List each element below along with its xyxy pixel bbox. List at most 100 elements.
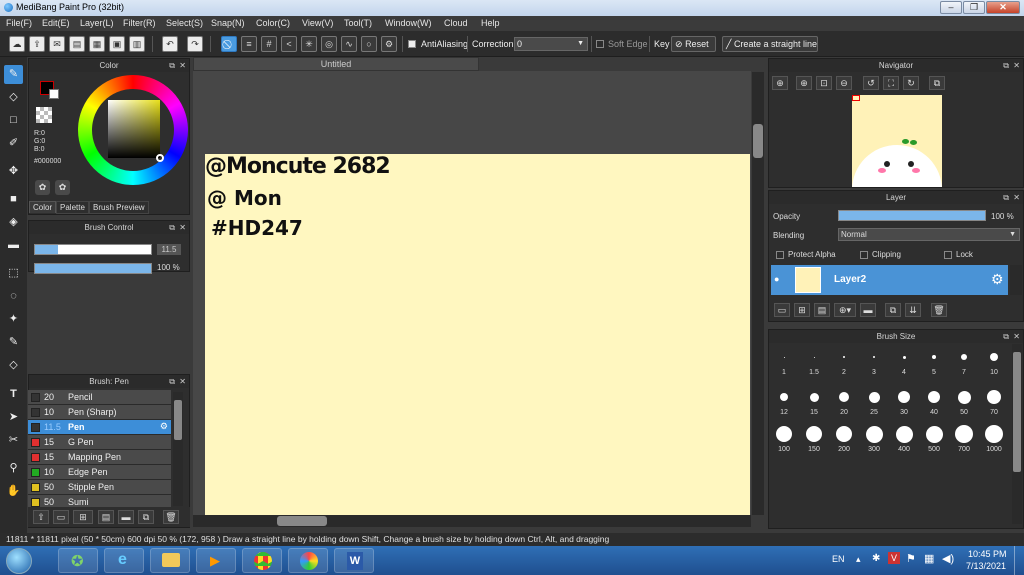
brush-item[interactable]: 15 Mapping Pen	[28, 450, 171, 465]
bluetooth-icon[interactable]: ✱	[872, 553, 880, 564]
brush-size-preset[interactable]: 150	[800, 421, 828, 457]
menu-select[interactable]: Select(S)	[166, 18, 203, 28]
blending-select[interactable]: Normal ▼	[838, 228, 1020, 241]
drawing-canvas[interactable]: @Moncute 2682 @ Mon #HD247	[205, 154, 750, 515]
select-pen-icon[interactable]: ✎	[4, 333, 23, 352]
horizontal-scrollbar[interactable]	[193, 515, 751, 527]
brush-opacity-slider[interactable]	[34, 263, 152, 274]
zoom-in-icon[interactable]: ⊕	[772, 76, 788, 90]
close-panel-icon[interactable]: ✕	[1013, 59, 1020, 72]
menu-edit[interactable]: Edit(E)	[42, 18, 70, 28]
blur-tool-icon[interactable]: ✐	[4, 134, 23, 153]
close-panel-icon[interactable]: ✕	[1013, 330, 1020, 343]
menu-help[interactable]: Help	[481, 18, 500, 28]
menu-tool[interactable]: Tool(T)	[344, 18, 372, 28]
ie-icon[interactable]: e	[104, 548, 144, 573]
snap-radial-icon[interactable]: ✳	[301, 36, 317, 52]
chat-icon[interactable]: ✉	[49, 36, 65, 52]
tray-arrow-icon[interactable]: ▴	[856, 554, 861, 565]
layer-new-icon[interactable]: ▭	[774, 303, 790, 317]
brush-size-preset[interactable]: 12	[770, 384, 798, 420]
antialiasing-checkbox[interactable]	[408, 40, 416, 48]
close-panel-icon[interactable]: ✕	[179, 59, 186, 72]
snap-perspective-icon[interactable]: <	[281, 36, 297, 52]
layer-merge-icon[interactable]: ⇊	[905, 303, 921, 317]
navigator-preview[interactable]	[852, 95, 942, 187]
brush-upload-icon[interactable]: ⇧	[33, 510, 49, 524]
share-icon[interactable]: ⇪	[29, 36, 45, 52]
snap-parallel-icon[interactable]: ≡	[241, 36, 257, 52]
tab-palette[interactable]: Palette	[56, 201, 89, 214]
select-eraser-icon[interactable]: ◇	[4, 356, 23, 375]
saturation-value-square[interactable]	[108, 100, 160, 158]
layer-folder-icon[interactable]: ▬	[860, 303, 876, 317]
brush-size-preset[interactable]: 500	[920, 421, 948, 457]
brush-size-preset[interactable]: 20	[830, 384, 858, 420]
magic-wand-icon[interactable]: ✦	[4, 310, 23, 329]
menu-file[interactable]: File(F)	[6, 18, 32, 28]
brush-item[interactable]: 50 Stipple Pen	[28, 480, 171, 495]
close-panel-icon[interactable]: ✕	[1013, 191, 1020, 204]
undock-icon[interactable]: ⧉	[1003, 191, 1009, 204]
transparent-color-icon[interactable]	[36, 107, 52, 123]
start-button[interactable]	[6, 548, 32, 574]
palette-add-icon[interactable]: ✿	[35, 180, 50, 195]
layer-add-menu-icon[interactable]: ⊕▾	[834, 303, 856, 317]
vertical-scrollbar[interactable]	[752, 72, 764, 515]
brush-item[interactable]: 10 Pen (Sharp)	[28, 405, 171, 420]
straight-line-button[interactable]: ╱ Create a straight line	[722, 36, 818, 52]
dot-tool-icon[interactable]: □	[4, 111, 23, 130]
chrome-icon[interactable]	[242, 548, 282, 573]
snap-curve-icon[interactable]: ∿	[341, 36, 357, 52]
flag-icon[interactable]: ⚑	[906, 552, 916, 565]
brush-size-preset[interactable]: 2	[830, 344, 858, 380]
folder-icon[interactable]	[150, 548, 190, 573]
soft-edge-checkbox[interactable]	[596, 40, 604, 48]
layer-halftone-icon[interactable]: ▤	[814, 303, 830, 317]
brush-size-preset[interactable]: 30	[890, 384, 918, 420]
brush-size-preset[interactable]: 1000	[980, 421, 1008, 457]
hue-wheel[interactable]	[78, 75, 188, 185]
brush-size-preset[interactable]: 1.5	[800, 344, 828, 380]
brush-copy-icon[interactable]: ▤	[98, 510, 114, 524]
close-panel-icon[interactable]: ✕	[179, 221, 186, 234]
layer-delete-icon[interactable]: 🗑	[931, 303, 947, 317]
brush-size-preset[interactable]: 1	[770, 344, 798, 380]
gradient-tool-icon[interactable]: ▬	[4, 236, 23, 255]
brush-size-preset[interactable]: 100	[770, 421, 798, 457]
brush-size-scrollbar[interactable]	[1012, 344, 1022, 524]
grid-icon[interactable]: ▥	[129, 36, 145, 52]
horizontal-scrollbar-thumb[interactable]	[277, 516, 327, 526]
reset-button[interactable]: ⊘ Reset	[671, 36, 716, 52]
scrollbar-thumb[interactable]	[174, 400, 182, 440]
snap-off-icon[interactable]: ⃠	[221, 36, 237, 52]
menu-filter[interactable]: Filter(R)	[123, 18, 156, 28]
brush-size-preset[interactable]: 25	[860, 384, 888, 420]
secondary-color-swatch[interactable]	[49, 89, 59, 99]
eyedropper-tool-icon[interactable]: ⚲	[4, 459, 23, 478]
document-icon[interactable]: ▦	[89, 36, 105, 52]
lasso-tool-icon[interactable]: ◌	[4, 287, 23, 306]
color-cursor[interactable]	[156, 154, 164, 162]
media-player-icon[interactable]: ▶	[196, 548, 236, 573]
cloud-icon[interactable]: ☁	[9, 36, 25, 52]
protect-alpha-checkbox[interactable]	[776, 251, 784, 259]
layer-opacity-slider[interactable]	[838, 210, 986, 221]
view-rect[interactable]	[852, 95, 860, 101]
bucket-tool-icon[interactable]: ◈	[4, 213, 23, 232]
tab-brush-preview[interactable]: Brush Preview	[89, 201, 149, 214]
brush-size-preset[interactable]: 300	[860, 421, 888, 457]
layer-add-icon[interactable]: ⊞	[794, 303, 810, 317]
brush-folder-icon[interactable]: ▬	[118, 510, 134, 524]
fill-rect-tool-icon[interactable]: ■	[4, 190, 23, 209]
text-tool-icon[interactable]: T	[4, 385, 23, 404]
brush-add-icon[interactable]: ⊞	[73, 510, 93, 524]
rotate-right-icon[interactable]: ↻	[903, 76, 919, 90]
minimize-button[interactable]: –	[940, 1, 962, 14]
close-button[interactable]: ✕	[986, 1, 1020, 14]
lock-checkbox[interactable]	[944, 251, 952, 259]
gear-icon[interactable]: ⚙	[991, 271, 1004, 288]
menu-window[interactable]: Window(W)	[385, 18, 432, 28]
zoom-out-icon[interactable]: ⊖	[836, 76, 852, 90]
layer-row[interactable]: ● Layer2 ⚙	[771, 265, 1008, 295]
